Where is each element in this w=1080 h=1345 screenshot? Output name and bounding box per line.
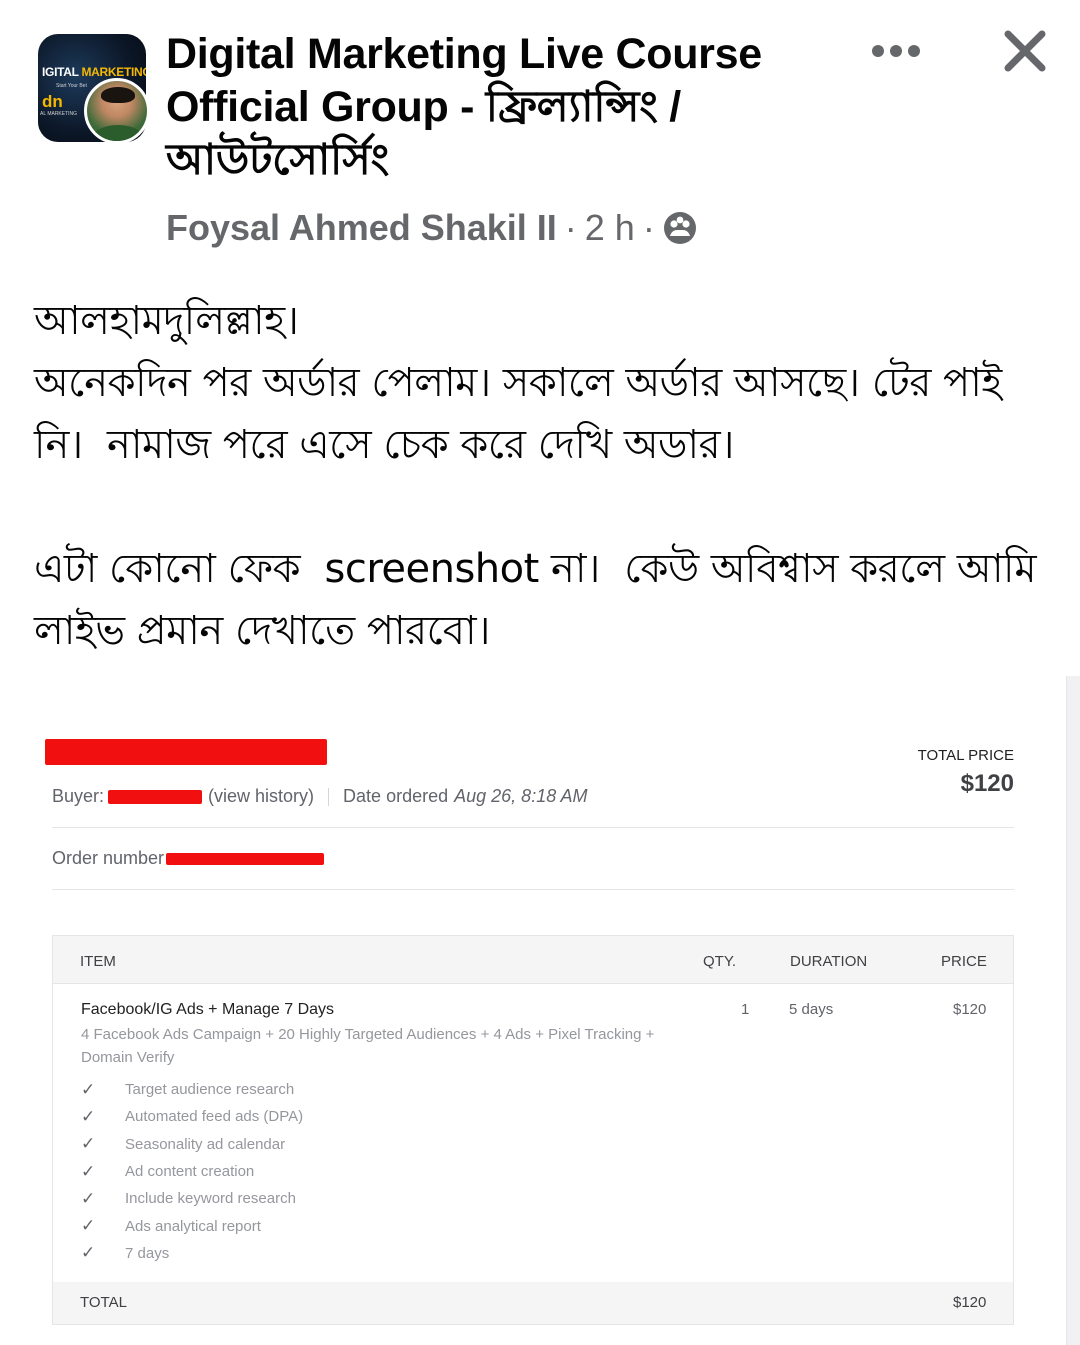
order-info-row: Buyer: (view history) Date ordered Aug 2… xyxy=(52,786,588,807)
item-duration: 5 days xyxy=(789,1001,834,1018)
post-text-line: আলহামদুলিল্লাহ। xyxy=(34,298,299,344)
table-header: ITEM QTY. DURATION PRICE xyxy=(53,936,1013,984)
post-text-line: অনেকদিন পর অর্ডার পেলাম। সকালে অর্ডার আস… xyxy=(34,360,1014,468)
item-title: Facebook/IG Ads + Manage 7 Days xyxy=(81,1001,335,1018)
logo-text: IGITAL MARKETING xyxy=(42,65,146,79)
check-icon: ✓ xyxy=(81,1161,96,1181)
order-number-label: Order number xyxy=(52,848,165,868)
feature-list: ✓ Target audience research ✓ Automated fee… xyxy=(81,1076,303,1267)
feature-item: ✓ Ad content creation xyxy=(81,1161,255,1181)
feature-item: ✓ Automated feed ads (DPA) xyxy=(81,1106,304,1126)
logo-mark: dn xyxy=(42,92,63,111)
item-qty: 1 xyxy=(741,1001,750,1018)
total-price-value: $120 xyxy=(960,770,1014,797)
feature-item: ✓ Target audience research xyxy=(81,1079,295,1099)
total-price-label: TOTAL PRICE xyxy=(917,747,1014,764)
item-price: $120 xyxy=(953,1001,987,1018)
column-header-duration: DURATION xyxy=(790,953,868,970)
view-history-link[interactable]: (view history) xyxy=(208,786,314,807)
column-header-price: PRICE xyxy=(941,953,987,970)
total-value: $120 xyxy=(953,1294,987,1311)
order-number-redaction xyxy=(166,853,325,866)
meta-separator: · xyxy=(564,207,577,248)
total-label: TOTAL xyxy=(80,1294,127,1311)
column-header-qty: QTY. xyxy=(703,953,737,970)
date-ordered-value: Aug 26, 8:18 AM xyxy=(454,786,588,806)
author-avatar[interactable] xyxy=(84,78,150,144)
group-title[interactable]: Digital Marketing Live Course Official G… xyxy=(166,28,806,187)
logo-subtext: AL MARKETING xyxy=(40,111,78,117)
logo-tagline: Start Your Bet xyxy=(56,83,87,89)
item-description: 4 Facebook Ads Campaign + 20 Highly Targ… xyxy=(81,1026,655,1066)
divider xyxy=(52,827,1014,828)
feature-item: ✓ 7 days xyxy=(81,1243,170,1263)
divider xyxy=(52,889,1014,890)
image-edge xyxy=(1066,676,1080,1345)
table-footer: TOTAL $120 xyxy=(53,1282,1013,1324)
column-header-item: ITEM xyxy=(80,953,116,970)
post-text-line: এটা কোনো ফেক screenshot না। কেউ অবিশ্বাস… xyxy=(34,546,1049,654)
check-icon: ✓ xyxy=(81,1106,96,1126)
check-icon: ✓ xyxy=(81,1079,96,1099)
author-avatar-hair xyxy=(101,87,135,103)
more-dots-icon[interactable] xyxy=(872,40,920,62)
check-icon: ✓ xyxy=(81,1134,96,1154)
order-items-table: ITEM QTY. DURATION PRICE Facebook/IG Ads… xyxy=(52,935,1014,1325)
date-ordered-label: Date ordered xyxy=(343,786,449,806)
feature-item: ✓ Include keyword research xyxy=(81,1188,296,1208)
check-icon: ✓ xyxy=(81,1216,96,1236)
order-number-row: Order number xyxy=(52,848,325,869)
group-privacy-icon[interactable] xyxy=(663,211,697,245)
group-avatar[interactable]: IGITAL MARKETING Start Your Bet dn AL MA… xyxy=(38,34,150,146)
check-icon: ✓ xyxy=(81,1188,96,1208)
check-icon: ✓ xyxy=(81,1243,96,1263)
feature-item: ✓ Seasonality ad calendar xyxy=(81,1134,286,1154)
feature-item: ✓ Ads analytical report xyxy=(81,1216,261,1236)
post-time[interactable]: 2 h xyxy=(585,210,635,246)
redaction-bar xyxy=(45,739,327,765)
meta-separator: · xyxy=(642,207,655,248)
post-meta: Foysal Ahmed Shakil II · 2 h · xyxy=(166,210,697,246)
author-name[interactable]: Foysal Ahmed Shakil II xyxy=(166,210,557,246)
post-body: আলহামদুলিল্লাহ। অনেকদিন পর অর্ডার পেলাম।… xyxy=(34,290,1054,662)
buyer-label: Buyer: xyxy=(52,786,105,806)
buyer-redaction xyxy=(108,789,203,804)
divider xyxy=(328,787,330,806)
close-icon[interactable] xyxy=(1000,26,1050,76)
order-screenshot-image[interactable]: TOTAL PRICE $120 Buyer: (view history) D… xyxy=(0,676,1080,1345)
